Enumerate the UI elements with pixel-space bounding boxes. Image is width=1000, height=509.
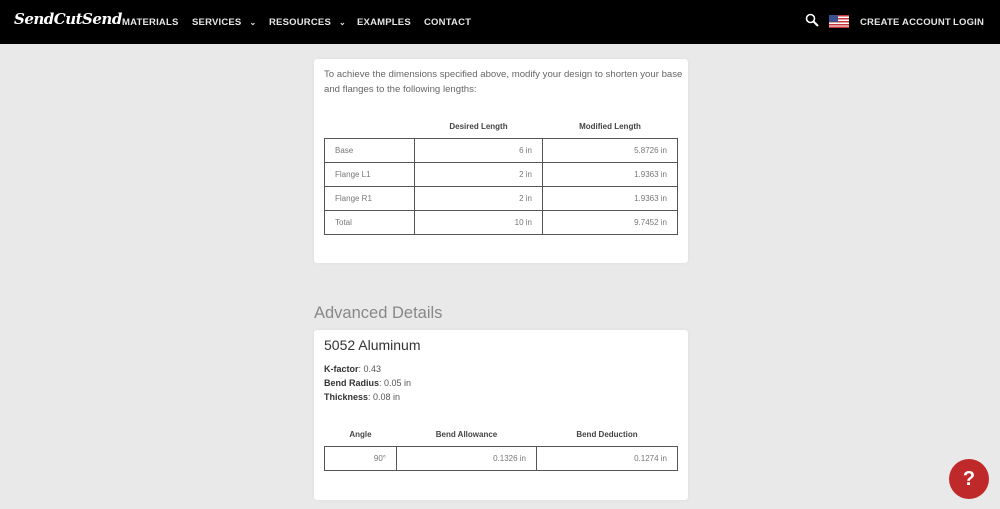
chevron-down-icon: ⌄ <box>249 18 257 27</box>
modified-length: 5.8726 in <box>542 137 678 163</box>
chevron-down-icon: ⌄ <box>338 18 346 27</box>
us-flag-icon[interactable] <box>829 15 849 28</box>
modified-lengths-card: To achieve the dimensions specified abov… <box>314 59 688 263</box>
row-name: Base <box>324 137 415 163</box>
help-icon: ? <box>962 468 976 490</box>
table-row: Base 6 in 5.8726 in <box>324 137 678 163</box>
advanced-details-heading: Advanced Details <box>314 304 443 322</box>
desired-length: 2 in <box>414 185 543 211</box>
advanced-details-card: 5052 Aluminum K-factor: 0.43 Bend Radius… <box>314 330 688 500</box>
prop-value: : 0.08 in <box>368 392 401 402</box>
bend-radius: Bend Radius: 0.05 in <box>324 376 411 390</box>
top-nav: SendCutSend MATERIALS SERVICES ⌄ RESOURCE… <box>0 0 1000 44</box>
row-name: Flange L1 <box>324 161 415 187</box>
nav-services[interactable]: SERVICES ⌄ <box>192 17 256 28</box>
nav-contact-label: CONTACT <box>424 17 472 28</box>
angle-value: 90° <box>324 445 397 471</box>
table-row: Flange R1 2 in 1.9363 in <box>324 185 678 211</box>
desired-length: 6 in <box>414 137 543 163</box>
column-header-allowance: Bend Allowance <box>435 430 498 440</box>
material-properties: K-factor: 0.43 Bend Radius: 0.05 in Thic… <box>324 362 411 404</box>
nav-contact[interactable]: CONTACT <box>424 17 471 28</box>
column-header-desired: Desired Length <box>449 122 508 132</box>
prop-label: Thickness <box>324 392 369 402</box>
prop-value: : 0.05 in <box>379 378 412 388</box>
thickness: Thickness: 0.08 in <box>324 390 411 404</box>
column-header-angle: Angle <box>349 430 372 440</box>
row-name: Flange R1 <box>324 185 415 211</box>
nav-services-label: SERVICES <box>192 17 242 28</box>
desired-length: 10 in <box>414 209 543 235</box>
nav-resources[interactable]: RESOURCES ⌄ <box>269 17 346 28</box>
table-row: 90° 0.1326 in 0.1274 in <box>324 445 678 471</box>
login-link[interactable]: LOGIN <box>953 17 984 28</box>
column-header-modified: Modified Length <box>579 122 641 132</box>
bend-table: Angle Bend Allowance Bend Deduction 90° … <box>324 424 678 471</box>
modified-length: 1.9363 in <box>542 161 678 187</box>
modified-length: 1.9363 in <box>542 185 678 211</box>
nav-resources-label: RESOURCES <box>269 17 331 28</box>
row-name: Total <box>324 209 415 235</box>
desired-length: 2 in <box>414 161 543 187</box>
table-row: Flange L1 2 in 1.9363 in <box>324 161 678 187</box>
logo[interactable]: SendCutSend <box>14 10 122 28</box>
prop-value: : 0.43 <box>358 364 382 374</box>
search-icon[interactable] <box>805 13 819 27</box>
prop-label: Bend Radius <box>324 378 380 388</box>
bend-allowance-value: 0.1326 in <box>396 445 537 471</box>
intro-text: To achieve the dimensions specified abov… <box>324 69 683 95</box>
table-row: Total 10 in 9.7452 in <box>324 209 678 235</box>
nav-examples-label: EXAMPLES <box>357 17 411 28</box>
create-account-link[interactable]: CREATE ACCOUNT <box>860 17 951 28</box>
nav-examples[interactable]: EXAMPLES <box>357 17 411 28</box>
column-header-deduction: Bend Deduction <box>576 430 638 440</box>
prop-label: K-factor <box>324 364 359 374</box>
column-header <box>325 116 415 138</box>
modified-length: 9.7452 in <box>542 209 678 235</box>
nav-materials-label: MATERIALS <box>122 17 179 28</box>
help-button[interactable]: ? <box>949 459 989 499</box>
nav-materials[interactable]: MATERIALS <box>122 17 179 28</box>
material-name: 5052 Aluminum <box>324 337 421 353</box>
k-factor: K-factor: 0.43 <box>324 362 411 376</box>
lengths-table: Desired Length Modified Length Base 6 in… <box>324 116 678 235</box>
bend-deduction-value: 0.1274 in <box>536 445 678 471</box>
